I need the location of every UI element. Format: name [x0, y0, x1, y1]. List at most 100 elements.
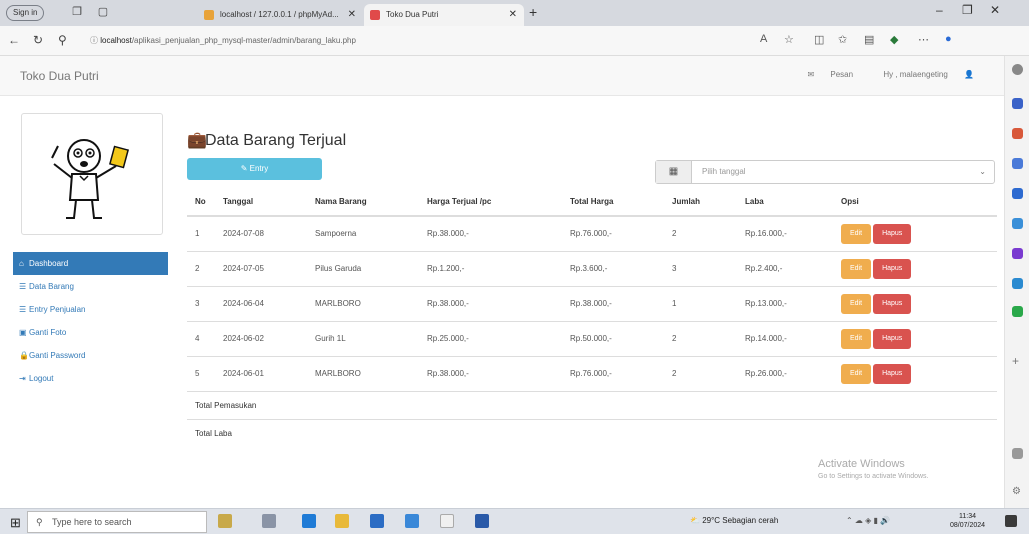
add-icon[interactable]: +	[1012, 354, 1023, 368]
favorites-icon[interactable]: ✩	[838, 33, 847, 46]
telegram-icon[interactable]	[1012, 278, 1023, 289]
user-menu[interactable]: Hy , malaengeting 👤	[869, 70, 974, 79]
edit-button[interactable]: Edit	[841, 363, 872, 384]
whatsapp-icon[interactable]	[1012, 306, 1023, 317]
widgets-icon[interactable]	[218, 514, 232, 528]
back-icon[interactable]: ←	[8, 33, 20, 47]
more-icon[interactable]: ⋯	[918, 33, 929, 46]
windows-taskbar: ⊞ ⚲ Type here to search ⛅ 29°C Sebagian …	[0, 508, 1029, 534]
hapus-button[interactable]: Hapus	[873, 258, 912, 279]
cell-laba: Rp.14.000,-	[737, 320, 833, 356]
hapus-button[interactable]: Hapus	[873, 328, 912, 349]
cell-harga: Rp.38.000,-	[419, 285, 562, 321]
tab-toko-dua-putri[interactable]: Toko Dua Putri ✕	[364, 4, 524, 26]
sidebar-item-ganti-password[interactable]: 🔒Ganti Password	[13, 344, 168, 367]
hapus-button[interactable]: Hapus	[873, 293, 912, 314]
col-header: Opsi	[833, 188, 997, 217]
edit-button[interactable]: Edit	[841, 328, 872, 349]
sidebar-item-entry-penjualan[interactable]: ☰ Entry Penjualan	[13, 298, 168, 321]
collections-icon[interactable]: ▤	[864, 33, 874, 46]
cell-no: 3	[187, 285, 215, 321]
cell-harga: Rp.25.000,-	[419, 320, 562, 356]
table-header-row: No Tanggal Nama Barang Harga Terjual /pc…	[187, 188, 997, 217]
favorite-star-icon[interactable]: ☆	[784, 33, 794, 46]
list-icon: ☰	[19, 282, 27, 291]
workspaces-icon[interactable]: ❐	[70, 5, 84, 19]
address-bar: ← ↻ ⚲ ⓘ localhost/aplikasi_penjualan_php…	[0, 26, 1029, 56]
extension-icon[interactable]: ◆	[890, 33, 898, 46]
taskbar-search-input[interactable]: ⚲ Type here to search	[27, 511, 207, 533]
copilot-icon[interactable]: ●	[945, 33, 952, 45]
cell-tanggal: 2024-06-02	[215, 320, 307, 356]
entry-button[interactable]: ✎ Entry	[187, 158, 322, 180]
close-tab-icon[interactable]: ✕	[509, 4, 517, 26]
cell-laba: Rp.2.400,-	[737, 250, 833, 286]
home-icon: ⌂	[19, 259, 24, 268]
weather-widget[interactable]: ⛅ 29°C Sebagian cerah	[690, 516, 778, 525]
mail-icon[interactable]	[405, 514, 419, 528]
profile-logo	[21, 113, 163, 235]
read-aloud-icon[interactable]: A	[760, 33, 767, 45]
tab-phpmyadmin[interactable]: localhost / 127.0.0.1 / phpMyAd... ✕	[198, 4, 363, 26]
user-icon: 👤	[964, 70, 974, 79]
cell-nama: Sampoerna	[307, 215, 419, 251]
close-window-icon[interactable]: ✕	[990, 3, 1000, 17]
system-tray[interactable]: ⌃ ☁ ◈ ▮ 🔊	[846, 516, 890, 525]
windows-start-icon[interactable]: ⊞	[10, 515, 21, 531]
sidebar-item-ganti-foto[interactable]: ▣ Ganti Foto	[13, 321, 168, 344]
store-icon[interactable]	[370, 514, 384, 528]
cell-total: Rp.76.000,-	[562, 355, 664, 391]
tab-actions-icon[interactable]: ▢	[96, 5, 110, 19]
notifications-icon[interactable]	[1005, 515, 1017, 527]
search-icon[interactable]: ⚲	[58, 33, 67, 47]
cell-jumlah: 2	[664, 355, 737, 391]
edit-button[interactable]: Edit	[841, 258, 872, 279]
cell-opsi: Edit Hapus	[833, 355, 997, 391]
split-screen-icon[interactable]: ◫	[814, 33, 824, 46]
discover-icon[interactable]	[1012, 98, 1023, 109]
new-tab-icon[interactable]: +	[529, 4, 537, 20]
hapus-button[interactable]: Hapus	[873, 363, 912, 384]
lock-icon: 🔒	[19, 351, 29, 360]
search-icon[interactable]	[1012, 64, 1023, 75]
pesan-link[interactable]: ✉ Pesan	[793, 70, 853, 79]
sidebar-item-dashboard[interactable]: ⌂ Dashboard	[13, 252, 168, 275]
cell-laba: Rp.16.000,-	[737, 215, 833, 251]
date-picker[interactable]: ▦ Pilih tanggal ⌄	[655, 160, 995, 184]
navbar-right: ✉ Pesan Hy , malaengeting 👤	[779, 70, 974, 79]
clock[interactable]: 11:34 08/07/2024	[950, 512, 985, 530]
profile-signin-button[interactable]: Sign in	[6, 5, 45, 21]
shopping-icon[interactable]	[1012, 128, 1023, 139]
cell-harga: Rp.38.000,-	[419, 215, 562, 251]
task-view-icon[interactable]	[262, 514, 276, 528]
sidebar-toggle-icon[interactable]	[1012, 448, 1023, 459]
app-icon[interactable]	[440, 514, 454, 528]
edit-button[interactable]: Edit	[841, 223, 872, 244]
table-row: 2 2024-07-05 Pilus Garuda Rp.1.200,- Rp.…	[187, 250, 997, 286]
games-icon[interactable]	[1012, 188, 1023, 199]
file-explorer-icon[interactable]	[335, 514, 349, 528]
site-favicon-icon	[370, 10, 380, 20]
sidebar-item-logout[interactable]: ⇥ Logout	[13, 367, 168, 390]
word-icon[interactable]	[475, 514, 489, 528]
edit-button[interactable]: Edit	[841, 293, 872, 314]
cell-laba: Rp.26.000,-	[737, 355, 833, 391]
pencil-icon: ✎	[240, 164, 250, 173]
col-header: No	[187, 188, 215, 217]
cell-nama: MARLBORO	[307, 355, 419, 391]
edge-browser-icon[interactable]	[302, 514, 316, 528]
office-icon[interactable]	[1012, 218, 1023, 229]
sun-cloud-icon: ⛅	[690, 516, 703, 525]
hapus-button[interactable]: Hapus	[873, 223, 912, 244]
tools-icon[interactable]	[1012, 158, 1023, 169]
sidebar-item-data-barang[interactable]: ☰ Data Barang	[13, 275, 168, 298]
brand-title[interactable]: Toko Dua Putri	[20, 69, 99, 83]
refresh-icon[interactable]: ↻	[33, 33, 43, 47]
settings-icon[interactable]: ⚙	[1012, 486, 1023, 497]
outlook-icon[interactable]	[1012, 248, 1023, 259]
total-pemasukan-row: Total Pemasukan	[187, 390, 997, 419]
close-tab-icon[interactable]: ✕	[348, 4, 356, 26]
restore-icon[interactable]: ❐	[962, 3, 973, 17]
url-field[interactable]: ⓘ localhost/aplikasi_penjualan_php_mysql…	[90, 31, 710, 51]
minimize-icon[interactable]: –	[936, 3, 943, 17]
